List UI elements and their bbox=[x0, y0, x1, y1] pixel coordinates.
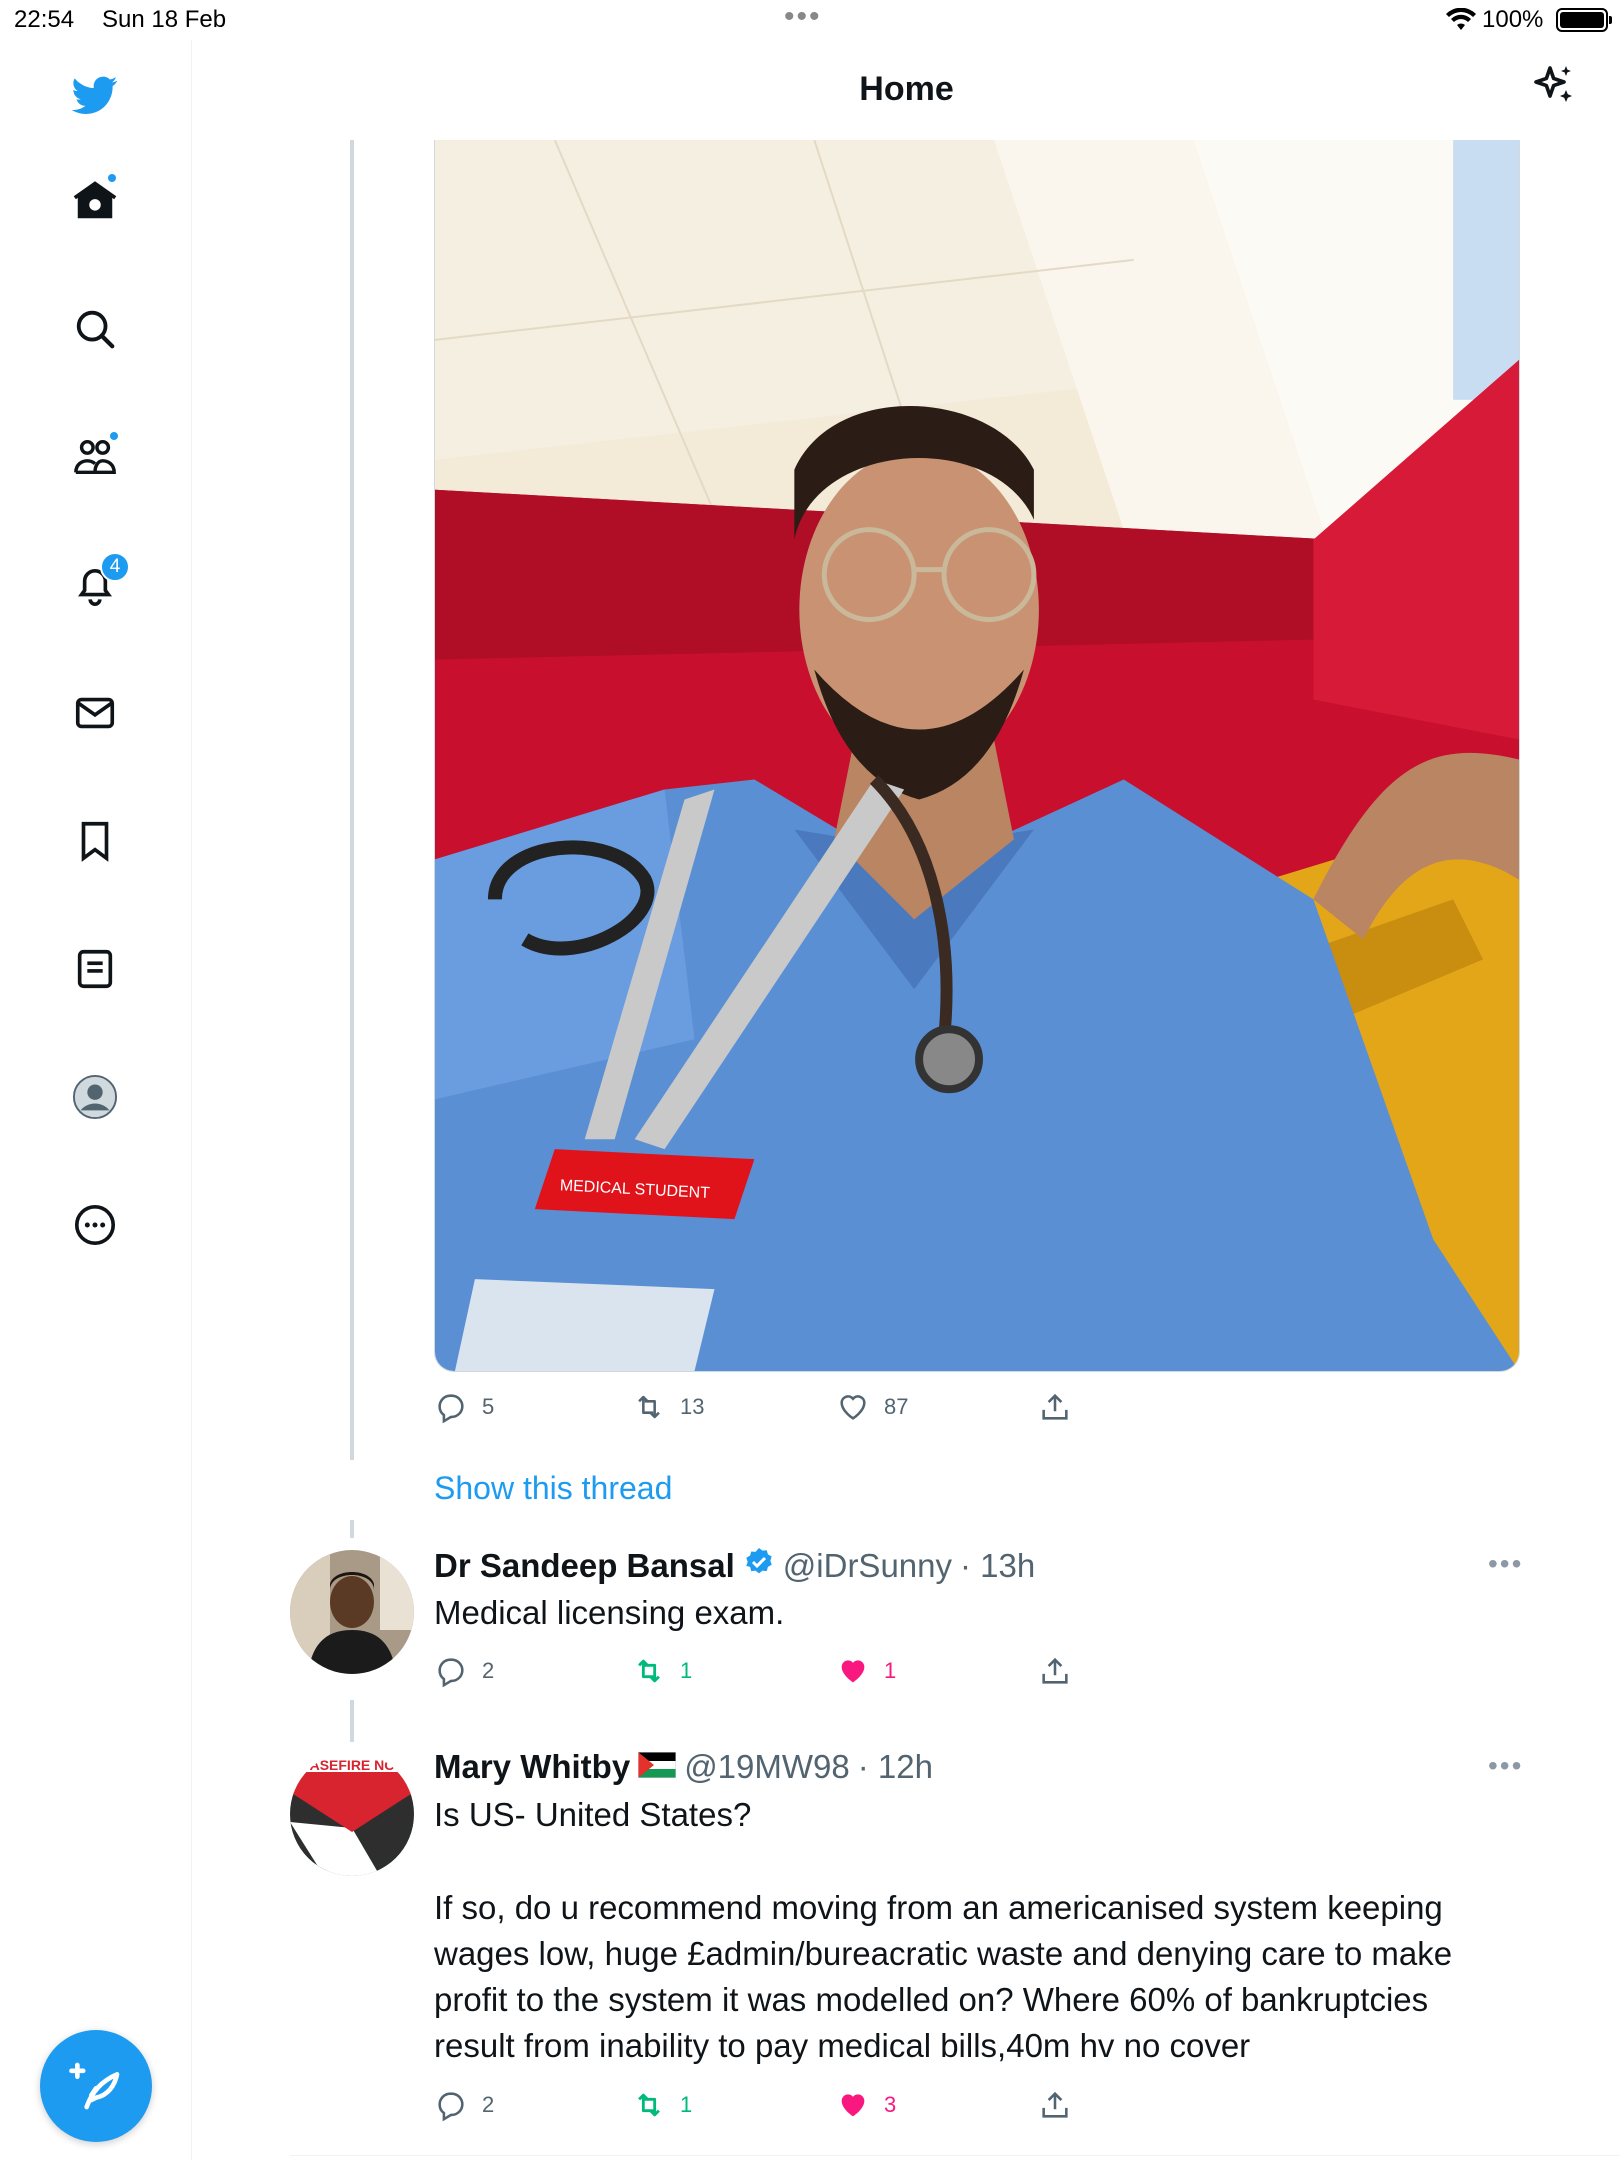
status-bar: 22:54 Sun 18 Feb ••• 100% bbox=[0, 0, 1620, 40]
reply-button[interactable]: 2 bbox=[434, 2088, 494, 2122]
nav-explore[interactable] bbox=[66, 300, 124, 358]
tweet-actions: 5 13 87 bbox=[434, 1390, 1134, 1430]
palestine-flag-icon bbox=[637, 1748, 677, 1786]
like-count: 87 bbox=[884, 1394, 909, 1419]
share-button[interactable] bbox=[1038, 2088, 1072, 2122]
battery-percent: 100% bbox=[1482, 6, 1544, 33]
reply-count: 2 bbox=[482, 1658, 495, 1683]
twitter-logo-icon[interactable] bbox=[66, 66, 124, 124]
avatar-mary-whitby[interactable]: ASEFIRE NC bbox=[290, 1752, 414, 1876]
thread-connector-line bbox=[350, 1700, 354, 1742]
like-button[interactable]: 1 bbox=[836, 1654, 896, 1688]
more-options-icon[interactable]: ••• bbox=[1488, 1548, 1523, 1580]
tweet-time[interactable]: · 12h bbox=[858, 1748, 933, 1786]
share-button[interactable] bbox=[1038, 1390, 1072, 1424]
more-circle-icon bbox=[74, 1204, 116, 1246]
sidebar: 4 bbox=[0, 40, 192, 2160]
reply-count: 5 bbox=[482, 1394, 495, 1419]
tweet-time[interactable]: · 13h bbox=[960, 1547, 1035, 1585]
like-button[interactable]: 3 bbox=[836, 2088, 896, 2122]
home-icon bbox=[73, 181, 117, 219]
thread-connector-line bbox=[350, 1520, 354, 1538]
more-options-icon[interactable]: ••• bbox=[1488, 1750, 1523, 1782]
author-name[interactable]: Dr Sandeep Bansal bbox=[434, 1547, 735, 1585]
notifications-badge: 4 bbox=[100, 552, 130, 582]
retweet-icon bbox=[638, 1395, 660, 1419]
reply-button[interactable]: 2 bbox=[434, 1654, 494, 1688]
tweet-divider bbox=[290, 2155, 1620, 2156]
list-icon bbox=[77, 949, 113, 989]
tweet-text-paragraph: If so, do u recommend moving from an ame… bbox=[434, 1889, 1453, 2064]
retweet-count: 13 bbox=[680, 1394, 705, 1419]
reply1-actions: 2 1 1 bbox=[434, 1654, 1134, 1694]
page-title: Home bbox=[859, 70, 954, 108]
status-date: Sun 18 Feb bbox=[102, 6, 227, 33]
nav-home[interactable] bbox=[66, 172, 124, 230]
nav-communities[interactable] bbox=[66, 428, 124, 486]
reply1-header: Dr Sandeep Bansal @iDrSunny · 13h bbox=[434, 1546, 1035, 1586]
nav-messages[interactable] bbox=[66, 684, 124, 742]
heart-icon bbox=[840, 1395, 866, 1420]
bookmark-icon bbox=[81, 821, 109, 862]
home-notification-dot bbox=[106, 172, 118, 184]
sparkle-icon[interactable] bbox=[1530, 62, 1578, 115]
author-handle[interactable]: @iDrSunny bbox=[783, 1547, 952, 1585]
nav-bookmarks[interactable] bbox=[66, 812, 124, 870]
verified-badge-icon bbox=[743, 1546, 775, 1586]
search-icon bbox=[76, 310, 115, 349]
retweet-icon bbox=[638, 2093, 660, 2117]
retweet-button[interactable]: 13 bbox=[632, 1390, 704, 1424]
like-count: 3 bbox=[884, 2092, 897, 2117]
reply2-header: Mary Whitby @19MW98 · 12h bbox=[434, 1748, 933, 1786]
status-time: 22:54 bbox=[14, 6, 75, 33]
avatar-text: ASEFIRE NC bbox=[310, 1757, 395, 1773]
tweet-text: Medical licensing exam. bbox=[434, 1594, 785, 1631]
communities-notification-dot bbox=[108, 430, 120, 442]
tweet-text-line1: Is US- United States? bbox=[434, 1796, 752, 1833]
envelope-icon bbox=[75, 697, 115, 729]
tweet-photo[interactable]: MEDICAL STUDENT bbox=[434, 140, 1520, 1372]
reply-button[interactable]: 5 bbox=[434, 1390, 494, 1424]
nav-profile[interactable] bbox=[66, 1068, 124, 1126]
share-icon bbox=[1042, 2091, 1068, 2118]
share-icon bbox=[1042, 1657, 1068, 1684]
multitasking-dots-icon[interactable]: ••• bbox=[784, 0, 822, 34]
reply-count: 2 bbox=[482, 2092, 495, 2117]
like-count: 1 bbox=[884, 1658, 897, 1683]
heart-filled-icon bbox=[841, 2094, 865, 2117]
profile-avatar-icon bbox=[72, 1074, 118, 1120]
retweet-button[interactable]: 1 bbox=[632, 2088, 692, 2122]
reply-icon bbox=[438, 2092, 464, 2122]
nav-more[interactable] bbox=[66, 1196, 124, 1254]
reply2-actions: 2 1 3 bbox=[434, 2088, 1134, 2128]
reply-icon bbox=[438, 1658, 464, 1688]
reply-icon bbox=[438, 1394, 464, 1424]
avatar-dr-sandeep-bansal[interactable] bbox=[290, 1550, 414, 1674]
battery-icon bbox=[1556, 8, 1612, 32]
share-button[interactable] bbox=[1038, 1654, 1072, 1688]
compose-feather-icon bbox=[69, 2062, 120, 2110]
heart-filled-icon bbox=[841, 1660, 865, 1683]
nav-notifications[interactable]: 4 bbox=[66, 552, 130, 614]
retweet-count: 1 bbox=[680, 2092, 693, 2117]
retweet-count: 1 bbox=[680, 1658, 693, 1683]
author-name[interactable]: Mary Whitby bbox=[434, 1748, 630, 1786]
author-handle[interactable]: @19MW98 bbox=[684, 1748, 850, 1786]
share-icon bbox=[1042, 1393, 1068, 1420]
retweet-icon bbox=[638, 1659, 660, 1683]
wifi-icon bbox=[1446, 7, 1476, 39]
retweet-button[interactable]: 1 bbox=[632, 1654, 692, 1688]
nav-lists[interactable] bbox=[66, 940, 124, 998]
top-header: Home bbox=[193, 40, 1620, 140]
thread-connector-line bbox=[350, 140, 354, 1460]
compose-tweet-button[interactable] bbox=[40, 2030, 152, 2142]
like-button[interactable]: 87 bbox=[836, 1390, 908, 1424]
show-thread-link[interactable]: Show this thread bbox=[434, 1470, 672, 1507]
